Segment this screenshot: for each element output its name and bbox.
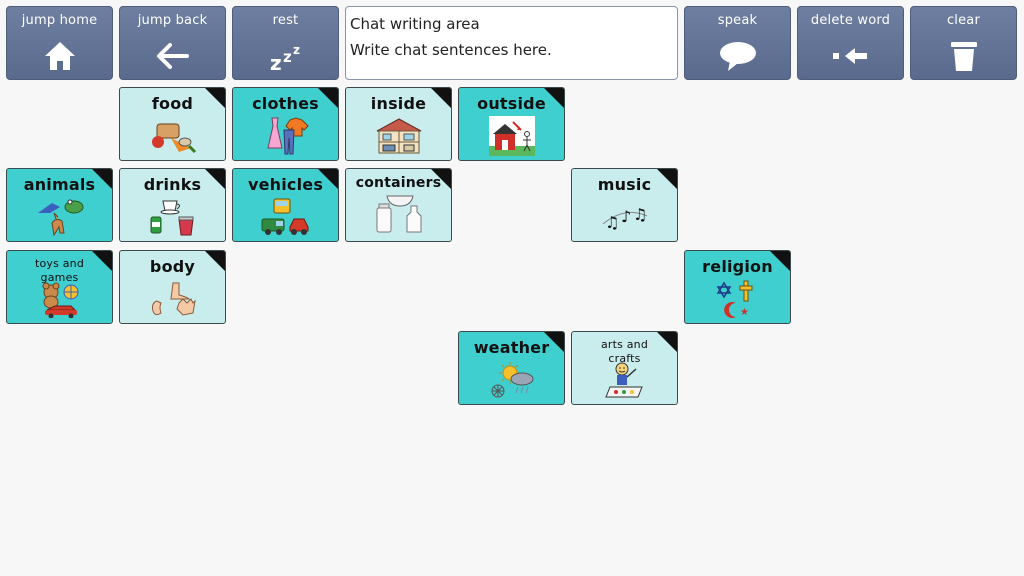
speak-label: speak: [717, 13, 758, 28]
drinks-icon: [120, 197, 225, 237]
tile-label: animals: [23, 175, 96, 194]
tile-inside[interactable]: inside: [345, 87, 452, 161]
religion-symbols-icon: ★: [685, 279, 790, 319]
tile-music[interactable]: music ♫ ♪ ♫: [571, 168, 678, 242]
home-icon: [7, 39, 112, 73]
tile-label: vehicles: [247, 175, 324, 194]
weather-icon: [459, 360, 564, 400]
tile-label: containers: [355, 175, 442, 191]
tile-label: body: [149, 257, 196, 276]
arts-and-crafts-icon: [572, 360, 677, 400]
tile-drinks[interactable]: drinks: [119, 168, 226, 242]
tile-arts-and-crafts[interactable]: arts and crafts: [571, 331, 678, 405]
tile-weather[interactable]: weather: [458, 331, 565, 405]
svg-text:z: z: [270, 51, 282, 72]
rest-button[interactable]: rest z z z: [232, 6, 339, 80]
tile-label: inside: [370, 94, 427, 113]
speech-bubble-icon: [685, 39, 790, 73]
arrow-left-icon: [120, 39, 225, 73]
tile-containers[interactable]: containers: [345, 168, 452, 242]
chat-placeholder: Write chat sentences here.: [350, 41, 552, 59]
containers-icon: [346, 191, 451, 237]
trash-icon: [911, 39, 1016, 73]
tile-label: religion: [702, 257, 773, 276]
tile-religion[interactable]: religion ★: [684, 250, 791, 324]
svg-text:♫: ♫: [605, 213, 619, 232]
backspace-arrow-icon: [798, 39, 903, 73]
tile-toys-and-games[interactable]: toys and games: [6, 250, 113, 324]
tile-outside[interactable]: outside: [458, 87, 565, 161]
clear-label: clear: [946, 13, 981, 28]
tile-label: clothes: [252, 94, 319, 113]
tile-label: weather: [473, 338, 550, 357]
animals-icon: [7, 197, 112, 237]
rest-label: rest: [272, 13, 299, 28]
body-parts-icon: [120, 279, 225, 319]
jump-home-button[interactable]: jump home: [6, 6, 113, 80]
jump-back-label: jump back: [137, 13, 208, 28]
tile-label: outside: [477, 94, 546, 113]
vehicles-icon: [233, 197, 338, 237]
toys-icon: [7, 279, 112, 319]
tile-body[interactable]: body: [119, 250, 226, 324]
music-notes-icon: ♫ ♪ ♫: [572, 197, 677, 237]
svg-text:★: ★: [740, 307, 749, 318]
jump-home-label: jump home: [21, 13, 98, 28]
tile-animals[interactable]: animals: [6, 168, 113, 242]
tile-vehicles[interactable]: vehicles: [232, 168, 339, 242]
chat-writing-area[interactable]: Chat writing area Write chat sentences h…: [345, 6, 678, 80]
tile-label: drinks: [143, 175, 202, 194]
clothes-icon: [233, 116, 338, 156]
clear-button[interactable]: clear: [910, 6, 1017, 80]
jump-back-button[interactable]: jump back: [119, 6, 226, 80]
tile-label: food: [151, 94, 194, 113]
tile-clothes[interactable]: clothes: [232, 87, 339, 161]
tile-label: music: [597, 175, 652, 194]
svg-text:z: z: [293, 43, 300, 57]
outside-house-icon: [459, 116, 564, 156]
delete-word-label: delete word: [810, 13, 891, 28]
tile-food[interactable]: food: [119, 87, 226, 161]
chat-title: Chat writing area: [350, 15, 480, 33]
house-interior-icon: [346, 116, 451, 156]
svg-text:♪: ♪: [621, 207, 631, 226]
svg-text:♫: ♫: [633, 205, 647, 224]
delete-word-button[interactable]: delete word: [797, 6, 904, 80]
food-icon: [120, 116, 225, 156]
sleep-zzz-icon: z z z: [233, 39, 338, 73]
svg-text:z: z: [283, 48, 292, 66]
speak-button[interactable]: speak: [684, 6, 791, 80]
